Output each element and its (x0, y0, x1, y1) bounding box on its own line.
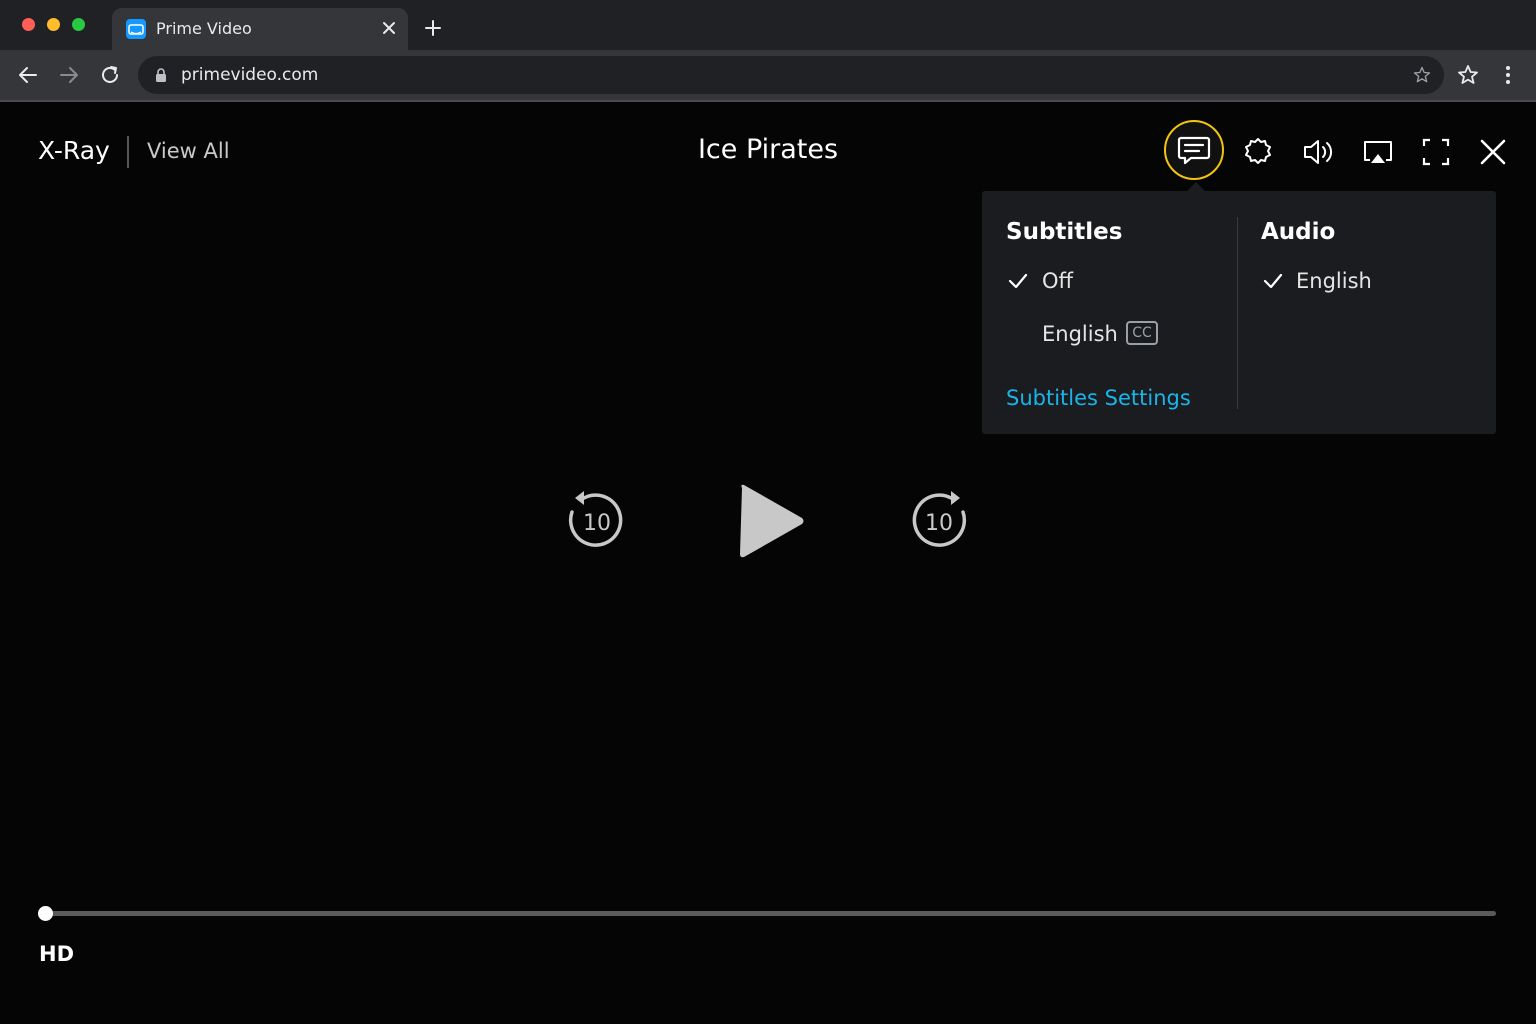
address-bar[interactable]: primevideo.com (138, 56, 1444, 94)
play-button[interactable] (734, 480, 808, 562)
browser-toolbar: primevideo.com (0, 50, 1536, 100)
audio-heading: Audio (1261, 219, 1336, 245)
progress-bar[interactable] (46, 911, 1496, 916)
rewind-10-button[interactable]: 10 (564, 488, 628, 552)
window-minimize-button[interactable] (47, 18, 60, 31)
volume-icon[interactable] (1298, 132, 1338, 172)
new-tab-plus-icon[interactable] (422, 17, 444, 39)
quality-badge: HD (39, 942, 75, 966)
airplay-icon[interactable] (1358, 132, 1398, 172)
video-player[interactable]: X-Ray View All Ice Pirates Subtitles Off… (0, 102, 1536, 1024)
checkmark-icon (1262, 270, 1284, 292)
checkmark-icon (1007, 270, 1029, 292)
rewind-icon: 10 (568, 491, 623, 547)
window-zoom-button[interactable] (72, 18, 85, 31)
url-text: primevideo.com (181, 65, 319, 85)
cc-badge: CC (1126, 321, 1158, 345)
browser-menu-icon[interactable] (1496, 63, 1520, 87)
prime-video-favicon-icon (126, 19, 146, 39)
forward-icon[interactable] (57, 63, 81, 87)
forward-10-button[interactable]: 10 (907, 488, 971, 552)
reload-icon[interactable] (98, 63, 122, 87)
subtitles-settings-link[interactable]: Subtitles Settings (1006, 384, 1191, 412)
subtitle-option-label: Off (1042, 269, 1073, 293)
forward-seconds: 10 (925, 511, 953, 536)
bookmarks-star-icon[interactable] (1456, 63, 1480, 87)
tab-title: Prime Video (156, 19, 252, 38)
audio-option-label: English (1296, 269, 1372, 293)
back-icon[interactable] (16, 63, 40, 87)
subtitles-heading: Subtitles (1006, 219, 1123, 245)
lock-icon[interactable] (154, 67, 168, 83)
panel-divider (1237, 217, 1238, 409)
subtitles-audio-button[interactable] (1164, 120, 1224, 180)
play-icon (740, 484, 804, 558)
tab-close-icon[interactable] (378, 17, 400, 39)
settings-icon[interactable] (1238, 132, 1278, 172)
browser-tab[interactable]: Prime Video (112, 8, 408, 50)
progress-scrubber-handle[interactable] (38, 906, 53, 921)
subtitle-option-label: English (1042, 322, 1118, 346)
rewind-seconds: 10 (583, 511, 611, 536)
fast-forward-icon: 10 (912, 491, 967, 547)
window-close-button[interactable] (22, 18, 35, 31)
subtitles-audio-panel: Subtitles Off English CC Subtitles Setti… (982, 191, 1496, 434)
close-player-icon[interactable] (1473, 132, 1513, 172)
fullscreen-icon[interactable] (1416, 132, 1456, 172)
browser-tab-bar: Prime Video (0, 0, 1536, 50)
bookmark-star-icon[interactable] (1412, 65, 1432, 85)
subtitles-icon (1177, 136, 1211, 165)
